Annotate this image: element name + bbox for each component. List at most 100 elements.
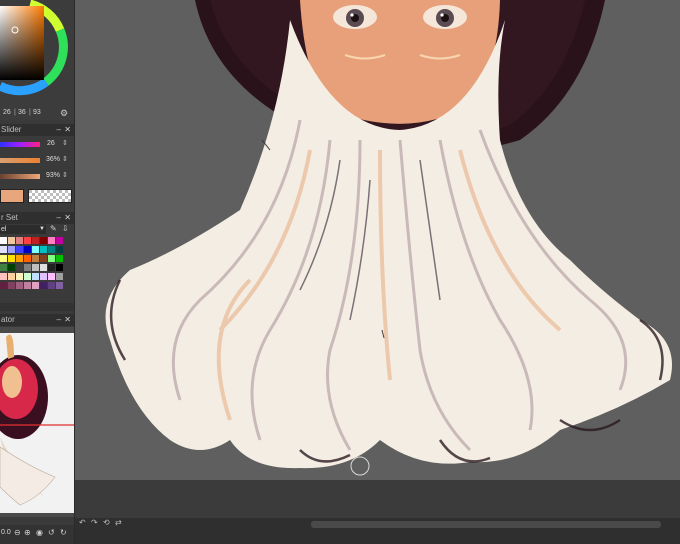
transparent-color-swatch[interactable] xyxy=(28,189,72,203)
color-swatch[interactable] xyxy=(24,255,31,262)
artwork-canvas[interactable] xyxy=(75,0,680,480)
color-swatch[interactable] xyxy=(24,264,31,271)
app-window: 26 | 36 | 93 ⚙ Slider – ✕ 26 ⇕ 36% ⇕ 93%… xyxy=(0,0,680,544)
color-swatch[interactable] xyxy=(0,282,7,289)
navigator-title-bar: ator – ✕ xyxy=(0,314,74,326)
color-swatch[interactable] xyxy=(0,273,7,280)
rotate-icon[interactable]: ⟲ xyxy=(103,518,110,527)
horizontal-scrollbar[interactable] xyxy=(311,521,661,528)
color-swatch[interactable] xyxy=(0,246,7,253)
eyedropper-icon[interactable]: ✎ xyxy=(50,224,57,233)
color-set-footer xyxy=(0,303,74,311)
color-swatch[interactable] xyxy=(32,255,39,262)
close-icon[interactable]: ✕ xyxy=(64,212,71,224)
minimize-icon[interactable]: – xyxy=(57,314,61,326)
panel-title: ator xyxy=(1,315,15,324)
left-panel: 26 | 36 | 93 ⚙ Slider – ✕ 26 ⇕ 36% ⇕ 93%… xyxy=(0,0,75,544)
close-icon[interactable]: ✕ xyxy=(64,124,71,136)
saturation-value: 36% xyxy=(46,156,61,163)
color-swatch[interactable] xyxy=(40,282,47,289)
color-swatch[interactable] xyxy=(16,282,23,289)
color-swatch[interactable] xyxy=(8,273,15,280)
rotate-left-icon[interactable]: ↺ xyxy=(48,528,55,537)
zoom-in-icon[interactable]: ⊕ xyxy=(24,528,31,537)
hue-slider[interactable] xyxy=(0,142,40,147)
zoom-out-icon[interactable]: ⊖ xyxy=(14,528,21,537)
color-swatch[interactable] xyxy=(0,264,7,271)
color-swatch[interactable] xyxy=(32,246,39,253)
color-swatch[interactable] xyxy=(24,273,31,280)
fit-icon[interactable]: ◉ xyxy=(36,528,43,537)
bottom-panel xyxy=(75,480,680,518)
color-set-title-bar: r Set – ✕ xyxy=(0,212,74,224)
color-swatch[interactable] xyxy=(8,264,15,271)
color-swatch[interactable] xyxy=(48,246,55,253)
selector-label: el xyxy=(1,226,7,233)
spinner-icon[interactable]: ⇕ xyxy=(62,171,68,179)
color-swatch[interactable] xyxy=(16,264,23,271)
color-swatch[interactable] xyxy=(0,255,7,262)
saturation-slider[interactable] xyxy=(0,158,40,163)
color-swatch[interactable] xyxy=(56,237,63,244)
color-swatch[interactable] xyxy=(24,237,31,244)
color-swatch[interactable] xyxy=(48,255,55,262)
color-swatch[interactable] xyxy=(8,237,15,244)
color-swatch[interactable] xyxy=(32,237,39,244)
color-swatch[interactable] xyxy=(48,264,55,271)
hue-value: 26 xyxy=(47,140,55,147)
flip-icon[interactable]: ⇄ xyxy=(115,518,122,527)
import-icon[interactable]: ⇩ xyxy=(62,224,69,233)
color-swatch[interactable] xyxy=(40,246,47,253)
color-swatch[interactable] xyxy=(56,246,63,253)
color-wheel[interactable] xyxy=(0,0,74,108)
panel-title: Slider xyxy=(1,125,22,134)
color-swatch[interactable] xyxy=(56,273,63,280)
color-swatch[interactable] xyxy=(56,264,63,271)
color-swatch[interactable] xyxy=(56,255,63,262)
color-wheel-panel: 26 | 36 | 93 ⚙ xyxy=(0,0,74,120)
value-value: 93% xyxy=(46,172,61,179)
color-swatch[interactable] xyxy=(32,273,39,280)
canvas-area[interactable] xyxy=(75,0,680,544)
navigator-preview[interactable] xyxy=(0,327,74,517)
close-icon[interactable]: ✕ xyxy=(64,314,71,326)
gear-icon[interactable]: ⚙ xyxy=(60,108,68,119)
color-swatch[interactable] xyxy=(40,237,47,244)
spinner-icon[interactable]: ⇕ xyxy=(62,155,68,163)
s-value: 36 xyxy=(18,109,26,116)
color-swatch[interactable] xyxy=(40,273,47,280)
color-swatch[interactable] xyxy=(8,282,15,289)
color-swatch[interactable] xyxy=(16,255,23,262)
redo-icon[interactable]: ↷ xyxy=(91,518,98,527)
color-swatch[interactable] xyxy=(8,246,15,253)
color-swatch[interactable] xyxy=(24,246,31,253)
undo-icon[interactable]: ↶ xyxy=(79,518,86,527)
chevron-down-icon: ▼ xyxy=(39,226,45,232)
color-swatch[interactable] xyxy=(8,255,15,262)
color-swatch[interactable] xyxy=(16,273,23,280)
spinner-icon[interactable]: ⇕ xyxy=(62,139,68,147)
value-slider[interactable] xyxy=(0,174,40,179)
minimize-icon[interactable]: – xyxy=(57,124,61,136)
color-swatch[interactable] xyxy=(24,282,31,289)
navigator-toolbar: 0.0 ⊖ ⊕ ◉ ↺ ↻ xyxy=(0,525,74,544)
color-set-selector[interactable]: el ▼ xyxy=(0,225,46,234)
color-swatch[interactable] xyxy=(56,282,63,289)
color-swatch[interactable] xyxy=(0,237,7,244)
color-swatch[interactable] xyxy=(40,255,47,262)
color-swatch[interactable] xyxy=(48,237,55,244)
color-swatch[interactable] xyxy=(32,282,39,289)
main-color-swatch[interactable] xyxy=(0,189,24,203)
rotate-right-icon[interactable]: ↻ xyxy=(60,528,67,537)
color-swatch[interactable] xyxy=(40,264,47,271)
zoom-value: 0.0 xyxy=(1,529,11,536)
h-value: 26 xyxy=(3,109,11,116)
color-swatch-grid xyxy=(0,237,64,297)
color-swatch[interactable] xyxy=(48,282,55,289)
color-swatch[interactable] xyxy=(16,237,23,244)
color-swatch[interactable] xyxy=(32,264,39,271)
color-swatch[interactable] xyxy=(48,273,55,280)
minimize-icon[interactable]: – xyxy=(57,212,61,224)
color-slider-title-bar: Slider – ✕ xyxy=(0,124,74,136)
color-swatch[interactable] xyxy=(16,246,23,253)
